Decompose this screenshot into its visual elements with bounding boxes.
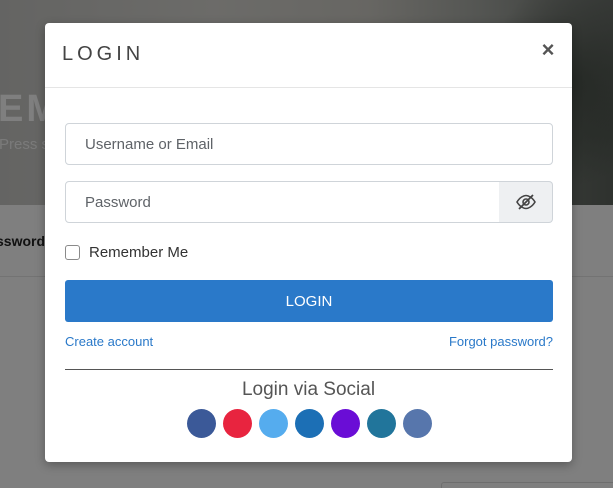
facebook-login-button[interactable] bbox=[187, 409, 216, 438]
create-account-link[interactable]: Create account bbox=[65, 334, 153, 349]
toggle-password-visibility-button[interactable] bbox=[499, 181, 553, 223]
modal-header: LOGIN × bbox=[45, 23, 572, 88]
twitter-login-button[interactable] bbox=[259, 409, 288, 438]
login-modal: LOGIN × Remember Me LOGIN Create account… bbox=[45, 23, 572, 462]
login-button[interactable]: LOGIN bbox=[65, 280, 553, 322]
linkedin-login-button[interactable] bbox=[295, 409, 324, 438]
modal-title: LOGIN bbox=[62, 43, 145, 65]
forgot-password-link[interactable]: Forgot password? bbox=[449, 334, 553, 349]
divider bbox=[65, 369, 553, 370]
remember-me-checkbox[interactable] bbox=[65, 244, 80, 260]
yahoo-login-button[interactable] bbox=[331, 409, 360, 438]
social-login-title: Login via Social bbox=[241, 379, 376, 400]
remember-me-label: Remember Me bbox=[89, 243, 189, 261]
remember-me[interactable]: Remember Me bbox=[65, 242, 188, 262]
password-input[interactable] bbox=[65, 181, 500, 223]
eye-slash-icon bbox=[515, 194, 536, 210]
google-login-button[interactable] bbox=[223, 409, 252, 438]
wordpress-login-button[interactable] bbox=[367, 409, 396, 438]
username-input[interactable] bbox=[65, 123, 553, 165]
close-icon[interactable]: × bbox=[538, 39, 558, 61]
vkontakte-login-button[interactable] bbox=[403, 409, 432, 438]
social-buttons bbox=[187, 409, 432, 438]
